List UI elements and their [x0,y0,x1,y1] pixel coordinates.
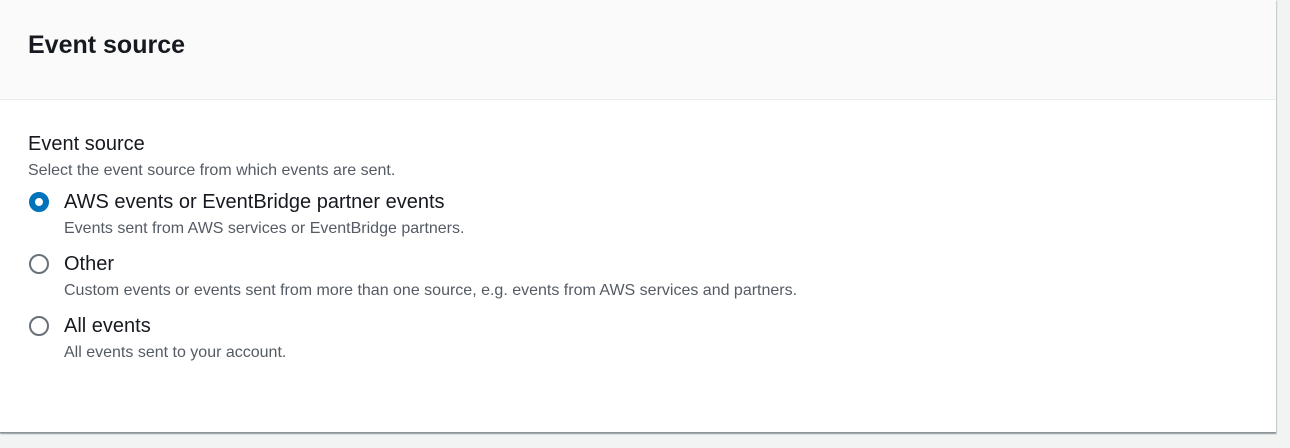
radio-button-checked[interactable] [29,192,49,212]
option-label[interactable]: AWS events or EventBridge partner events [64,188,1256,216]
field-description: Select the event source from which event… [28,162,396,179]
option-label[interactable]: All events [64,312,1256,340]
option-description: Custom events or events sent from more t… [64,282,798,299]
radio-option-other[interactable]: Other Custom events or events sent from … [28,250,1256,302]
radio-option-aws-events[interactable]: AWS events or EventBridge partner events… [28,188,1256,240]
radio-option-all-events[interactable]: All events All events sent to your accou… [28,312,1256,364]
radio-button[interactable] [29,254,49,274]
field-label: Event source [28,133,145,155]
panel-header: Event source [0,0,1276,100]
event-source-panel: Event source Event source Select the eve… [0,0,1276,433]
option-description: All events sent to your account. [64,344,287,361]
panel-title: Event source [28,31,186,59]
event-source-field: Event source Select the event source fro… [28,130,1256,364]
option-label[interactable]: Other [64,250,1256,278]
option-description: Events sent from AWS services or EventBr… [64,220,465,237]
radio-button[interactable] [29,316,49,336]
